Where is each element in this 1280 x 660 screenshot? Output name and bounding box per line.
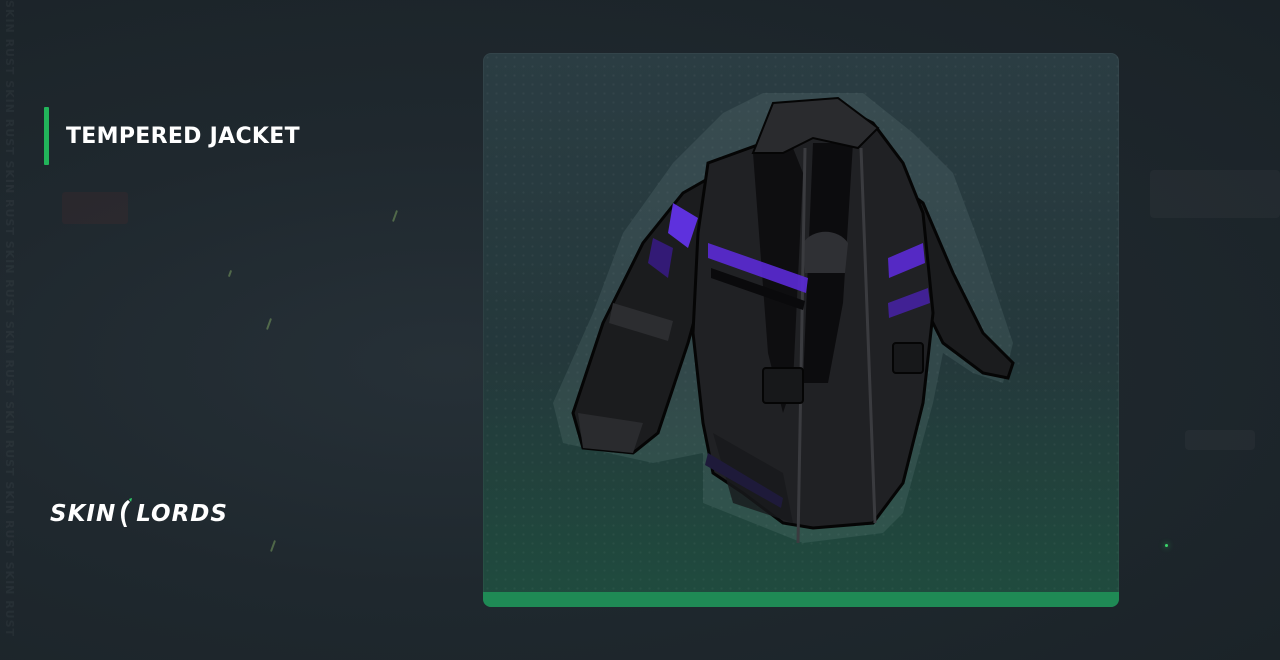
background-ghost-panel <box>1150 170 1280 218</box>
item-title: TEMPERED JACKET <box>66 123 300 149</box>
item-title-block: TEMPERED JACKET <box>44 107 300 165</box>
card-bottom-bar <box>483 592 1119 607</box>
background-speck <box>392 210 398 222</box>
jacket-icon <box>553 93 1015 544</box>
faded-badge <box>62 192 128 224</box>
background-speck <box>227 269 233 278</box>
title-accent-bar <box>44 107 49 165</box>
background-speck <box>270 540 276 552</box>
item-preview-card <box>483 53 1119 607</box>
sickle-logo-icon <box>121 498 133 527</box>
logo-text-right: LORDS <box>136 501 228 527</box>
logo-text-left: SKIN <box>50 501 117 527</box>
skinlords-logo: SKIN LORDS <box>50 497 228 531</box>
side-watermark: SKIN RUST SKIN RUST SKIN RUST SKIN RUST … <box>2 0 16 660</box>
background-ghost-panel <box>1185 430 1255 450</box>
background-glow-dot <box>1165 544 1168 547</box>
background-speck <box>266 318 272 330</box>
